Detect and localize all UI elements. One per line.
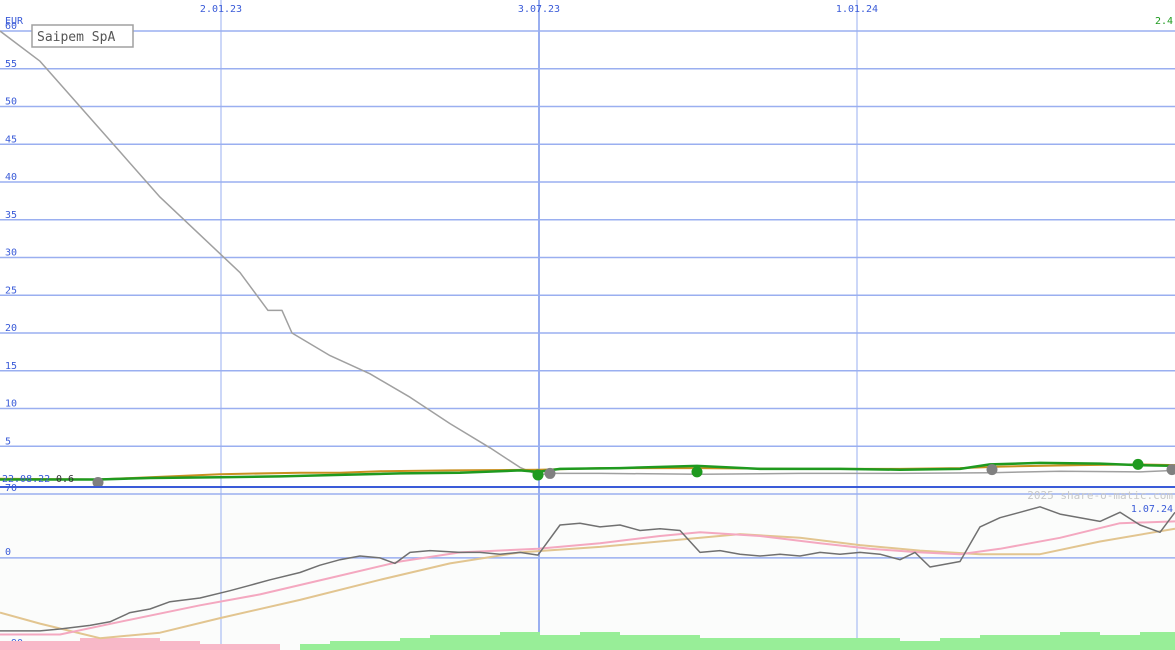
y-tick-label-50: 50 [5, 97, 17, 108]
volume-bar-down-5 [200, 644, 240, 650]
marker-grey-2 [986, 464, 998, 476]
indicator-panel-bg [0, 487, 1175, 650]
volume-bar-down-4 [160, 641, 200, 650]
volume-bar-up-9 [620, 635, 660, 650]
chart-title: Saipem SpA [37, 30, 115, 45]
volume-bar-up-14 [820, 638, 860, 650]
y-tick-label-10: 10 [5, 399, 17, 410]
chart-title-box: Saipem SpA [31, 24, 134, 48]
y-tick-label-15: 15 [5, 361, 17, 372]
y-tick-label-40: 40 [5, 172, 17, 183]
end-value-label: 2.4 [1155, 16, 1173, 27]
y-tick-label-25: 25 [5, 285, 17, 296]
volume-bar-up-12 [740, 638, 780, 650]
y-tick-label-30: 30 [5, 248, 17, 259]
marker-grey-1 [544, 467, 556, 479]
x-tick-label-bottom: 1.07.24 [1131, 504, 1173, 515]
y-tick-label-5: 5 [5, 436, 11, 447]
volume-bar-up-7 [540, 635, 580, 650]
volume-bar-up-15 [860, 638, 900, 650]
watermark: 2025 share-o-matic.com [1027, 489, 1173, 502]
volume-bar-up-16 [900, 641, 940, 650]
chart: 51015202530354045505560700-902.01.233.07… [0, 0, 1175, 650]
marker-green-1 [691, 466, 703, 478]
volume-bar-down-1 [40, 641, 80, 650]
volume-bar-up-11 [700, 638, 740, 650]
volume-bar-up-19 [1020, 635, 1060, 650]
volume-bar-up-6 [500, 632, 540, 650]
y-tick-label-55: 55 [5, 59, 17, 70]
volume-bar-up-13 [780, 638, 820, 650]
volume-bar-up-17 [940, 638, 980, 650]
volume-bar-up-8 [580, 632, 620, 650]
volume-bar-up-18 [980, 635, 1020, 650]
y-tick-label-20: 20 [5, 323, 17, 334]
volume-bar-up-5 [460, 635, 500, 650]
x-tick-label-1: 3.07.23 [518, 4, 560, 15]
volume-bar-up-21 [1100, 635, 1140, 650]
start-date-label: 22.08.22 [2, 474, 50, 485]
volume-bar-down-3 [120, 638, 160, 650]
volume-bar-down-2 [80, 638, 120, 650]
y-tick-label-45: 45 [5, 134, 17, 145]
volume-bar-up-10 [660, 635, 700, 650]
volume-bar-down-6 [240, 644, 280, 650]
x-tick-label-0: 2.01.23 [200, 4, 242, 15]
y-tick-label-35: 35 [5, 210, 17, 221]
currency-label: EUR [5, 16, 24, 27]
x-tick-label-2: 1.01.24 [836, 4, 878, 15]
volume-bar-up-22 [1140, 632, 1175, 650]
marker-green-2 [1132, 458, 1144, 470]
start-value-label: 0.6 [56, 474, 74, 485]
volume-bar-up-2 [360, 641, 400, 650]
price-panel-bg [0, 0, 1175, 487]
marker-green-0 [532, 469, 544, 481]
volume-bar-down-0 [0, 641, 40, 650]
indicator-tick-label-0: 0 [5, 547, 11, 558]
volume-bar-up-20 [1060, 632, 1100, 650]
